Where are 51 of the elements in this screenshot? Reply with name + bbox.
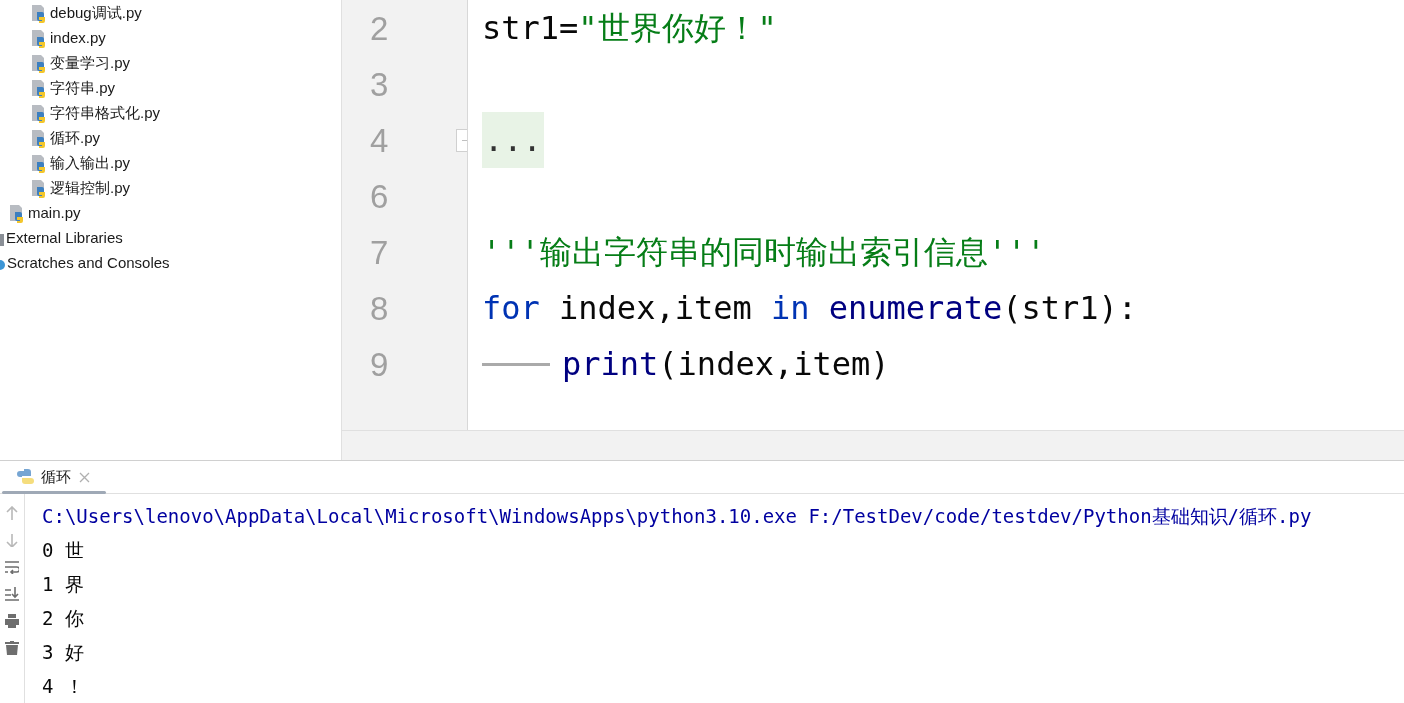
code-token: in	[771, 292, 810, 324]
code-token: "世界你好！"	[578, 12, 777, 44]
python-file-icon	[30, 153, 48, 174]
tree-item[interactable]: 逻辑控制.py	[0, 176, 341, 201]
tree-item[interactable]: 输入输出.py	[0, 151, 341, 176]
folded-code[interactable]: ...	[482, 112, 544, 168]
run-tab[interactable]: 循环	[0, 461, 106, 493]
python-file-icon	[30, 178, 48, 199]
console-line: 0 世	[42, 537, 85, 563]
tree-item[interactable]: Scratches and Consoles	[0, 251, 341, 276]
line-number: 8	[369, 291, 389, 325]
trash-icon[interactable]	[5, 641, 19, 655]
console-line: C:\Users\lenovo\AppData\Local\Microsoft\WindowsApps\python3.10.exe F:/TestDev/code/testdev/Python基础知识/循环.py	[42, 503, 1313, 529]
soft-wrap-icon[interactable]	[5, 560, 19, 574]
tree-item[interactable]: External Libraries	[0, 226, 341, 251]
tree-item[interactable]: 变量学习.py	[0, 51, 341, 76]
python-file-icon	[30, 128, 48, 149]
python-file-icon	[30, 103, 48, 124]
line-number: 4	[369, 123, 389, 157]
line-number: 7	[369, 235, 389, 269]
code-token: (index,item)	[658, 348, 890, 380]
tree-item[interactable]: 字符串格式化.py	[0, 101, 341, 126]
code-token: index,item	[558, 292, 753, 324]
code-token: enumerate	[827, 292, 1003, 324]
python-file-icon	[30, 78, 48, 99]
code-token: '''输出字符串的同时输出索引信息'''	[482, 236, 1046, 268]
python-file-icon	[8, 203, 26, 224]
python-file-icon	[30, 28, 48, 49]
console-line: 3 好	[42, 639, 85, 665]
code-token: str1=	[482, 12, 579, 44]
line-number: 2	[369, 11, 389, 45]
print-icon[interactable]	[5, 614, 19, 628]
code-token: for	[482, 292, 540, 324]
tree-item[interactable]: main.py	[0, 201, 341, 226]
close-icon	[79, 471, 90, 483]
python-file-icon	[30, 53, 48, 74]
console-line: 1 界	[42, 571, 85, 597]
code-token: print	[562, 348, 659, 380]
line-number: 9	[369, 347, 389, 381]
scroll-to-end-icon[interactable]	[5, 587, 19, 601]
console-line: 4 ！	[42, 673, 85, 699]
code-token: (str1):	[1002, 292, 1138, 324]
tree-item[interactable]: 循环.py	[0, 126, 341, 151]
line-number: 6	[369, 179, 389, 213]
tree-item[interactable]: 字符串.py	[0, 76, 341, 101]
python-icon	[16, 468, 35, 486]
line-number: 3	[369, 67, 389, 101]
tree-item[interactable]: index.py	[0, 26, 341, 51]
tree-item[interactable]: debug调试.py	[0, 1, 341, 26]
console-line: 2 你	[42, 605, 85, 631]
python-file-icon	[30, 3, 48, 24]
